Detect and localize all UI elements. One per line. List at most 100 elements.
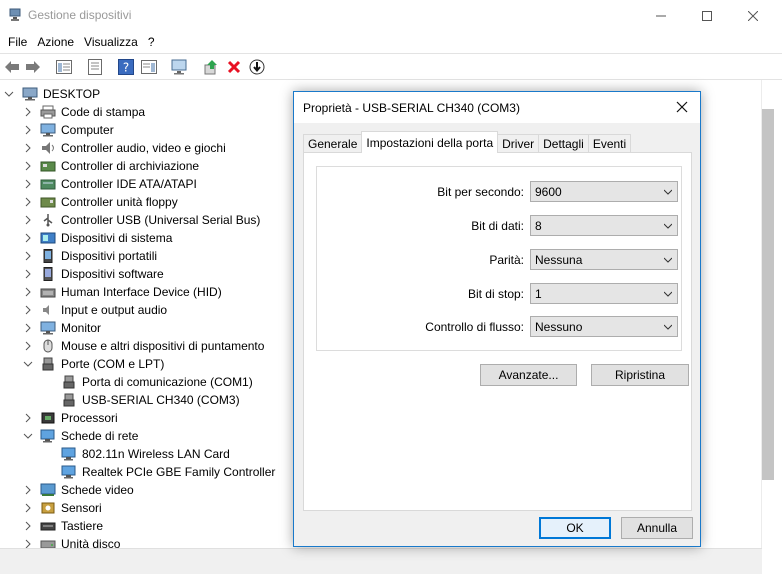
network-icon — [61, 465, 76, 479]
chevron-right-icon[interactable] — [23, 517, 33, 535]
tree-item[interactable]: Schede di rete — [23, 427, 138, 445]
parity-select[interactable]: Nessuna — [530, 249, 678, 270]
advanced-button[interactable]: Avanzate... — [480, 364, 577, 386]
uninstall-device-button[interactable] — [225, 58, 243, 76]
tree-item-label: Dispositivi software — [61, 267, 164, 281]
sensor-icon — [41, 502, 55, 514]
menu-file[interactable]: File — [3, 35, 32, 49]
tree-item[interactable]: Dispositivi portatili — [23, 247, 157, 265]
chevron-right-icon[interactable] — [23, 301, 33, 319]
tree-item[interactable]: Controller IDE ATA/ATAPI — [23, 175, 197, 193]
chevron-right-icon[interactable] — [23, 319, 33, 337]
menu-azione[interactable]: Azione — [32, 35, 79, 49]
chevron-right-icon[interactable] — [23, 247, 33, 265]
dialog-title-bar: Proprietà - USB-SERIAL CH340 (COM3) — [294, 92, 700, 123]
tree-item[interactable]: Dispositivi software — [23, 265, 164, 283]
chevron-right-icon[interactable] — [23, 337, 33, 355]
dialog-close-button[interactable] — [672, 97, 692, 117]
chevron-right-icon[interactable] — [23, 157, 33, 175]
tree-item[interactable]: Porte (COM e LPT) — [23, 355, 164, 373]
tree-item[interactable]: Mouse e altri dispositivi di puntamento — [23, 337, 264, 355]
show-hide-console-tree-button[interactable] — [55, 58, 73, 76]
disable-device-button[interactable] — [248, 58, 266, 76]
chevron-down-icon[interactable] — [23, 427, 33, 445]
restore-defaults-button[interactable]: Ripristina — [591, 364, 689, 386]
tree-item-label: Controller unità floppy — [61, 195, 178, 209]
tab-impostazioni-porta[interactable]: Impostazioni della porta — [361, 131, 499, 153]
vertical-scrollbar-thumb[interactable] — [762, 109, 774, 480]
audio-io-icon — [43, 305, 49, 315]
chevron-right-icon[interactable] — [23, 499, 33, 517]
network-icon — [61, 447, 76, 461]
chevron-right-icon[interactable] — [23, 229, 33, 247]
tree-item[interactable]: Computer — [23, 121, 114, 139]
minimize-button[interactable] — [638, 0, 684, 31]
tree-item[interactable]: Controller audio, video e giochi — [23, 139, 226, 157]
update-driver-button[interactable] — [202, 58, 220, 76]
cancel-button[interactable]: Annulla — [621, 517, 693, 539]
ide-controller-icon — [40, 179, 56, 190]
baud-rate-select[interactable]: 9600 — [530, 181, 678, 202]
tree-item[interactable]: Tastiere — [23, 517, 103, 535]
monitor-icon — [40, 321, 56, 335]
chevron-down-icon[interactable] — [23, 355, 33, 373]
chevron-down-icon — [664, 257, 672, 263]
chevron-right-icon[interactable] — [23, 283, 33, 301]
tree-item[interactable]: Realtek PCIe GBE Family Controller — [61, 463, 275, 481]
chevron-right-icon[interactable] — [23, 103, 33, 121]
stop-bits-label: Bit di stop: — [467, 286, 524, 301]
chevron-right-icon[interactable] — [23, 265, 33, 283]
back-button[interactable] — [3, 58, 21, 76]
tree-item[interactable]: USB-SERIAL CH340 (COM3) — [61, 391, 240, 409]
menu-help[interactable]: ? — [143, 35, 160, 49]
tree-item[interactable]: Input e output audio — [23, 301, 167, 319]
port-icon — [63, 393, 75, 407]
tab-dettagli[interactable]: Dettagli — [538, 134, 589, 153]
maximize-button[interactable] — [684, 0, 730, 31]
baud-rate-label: Bit per secondo: — [437, 184, 524, 199]
tab-generale[interactable]: Generale — [303, 134, 363, 153]
chevron-right-icon[interactable] — [23, 139, 33, 157]
chevron-right-icon[interactable] — [23, 481, 33, 499]
chevron-right-icon[interactable] — [23, 409, 33, 427]
data-bits-select[interactable]: 8 — [530, 215, 678, 236]
chevron-right-icon[interactable] — [23, 175, 33, 193]
tree-item[interactable]: Controller unità floppy — [23, 193, 178, 211]
floppy-controller-icon — [40, 197, 56, 208]
scan-hardware-button[interactable] — [171, 58, 189, 76]
stop-bits-select[interactable]: 1 — [530, 283, 678, 304]
chevron-right-icon[interactable] — [23, 211, 33, 229]
tree-item[interactable]: Dispositivi di sistema — [23, 229, 172, 247]
chevron-right-icon[interactable] — [23, 193, 33, 211]
tree-item-label: Controller di archiviazione — [61, 159, 200, 173]
tree-root[interactable]: DESKTOP — [4, 85, 100, 103]
menu-visualizza[interactable]: Visualizza — [79, 35, 143, 49]
tree-item-label: Tastiere — [61, 519, 104, 533]
flow-control-select[interactable]: Nessuno — [530, 316, 678, 337]
chevron-right-icon[interactable] — [23, 121, 33, 139]
close-window-button[interactable] — [730, 0, 776, 31]
network-icon — [40, 429, 55, 443]
tree-item[interactable]: 802.11n Wireless LAN Card — [61, 445, 230, 463]
action-pane-button[interactable] — [140, 58, 158, 76]
tree-item[interactable]: Code di stampa — [23, 103, 145, 121]
help-toolbar-button[interactable]: ? — [117, 58, 135, 76]
tree-item-label: Realtek PCIe GBE Family Controller — [82, 465, 276, 479]
tree-item-label: USB-SERIAL CH340 (COM3) — [82, 393, 240, 407]
tab-driver[interactable]: Driver — [497, 134, 540, 153]
tree-item[interactable]: Sensori — [23, 499, 102, 517]
tree-item[interactable]: Schede video — [23, 481, 134, 499]
chevron-down-icon — [664, 189, 672, 195]
ok-button[interactable]: OK — [539, 517, 611, 539]
forward-button[interactable] — [24, 58, 42, 76]
tree-item[interactable]: Monitor — [23, 319, 101, 337]
data-bits-label: Bit di dati: — [471, 218, 524, 233]
tree-item[interactable]: Controller USB (Universal Serial Bus) — [23, 211, 260, 229]
properties-toolbar-button[interactable] — [86, 58, 104, 76]
tab-eventi[interactable]: Eventi — [587, 134, 632, 153]
horizontal-scrollbar[interactable] — [0, 548, 762, 574]
tree-item[interactable]: Controller di archiviazione — [23, 157, 199, 175]
tree-item[interactable]: Porta di comunicazione (COM1) — [61, 373, 253, 391]
tree-item[interactable]: Human Interface Device (HID) — [23, 283, 222, 301]
tree-item[interactable]: Processori — [23, 409, 118, 427]
